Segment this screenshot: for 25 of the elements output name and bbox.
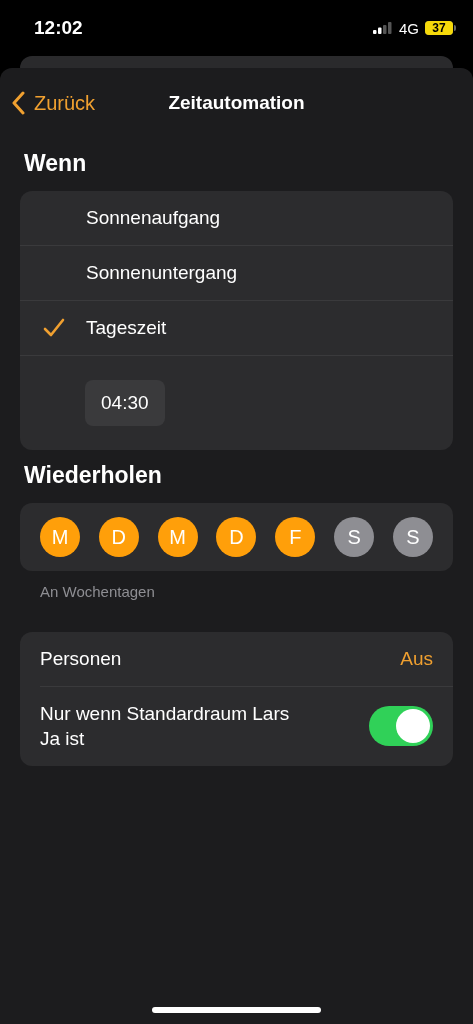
- condition-label: Personen: [40, 647, 122, 671]
- weekday-toggle[interactable]: D: [216, 517, 257, 557]
- battery-indicator: 37: [425, 21, 453, 35]
- time-picker[interactable]: 04:30: [85, 380, 165, 426]
- back-button[interactable]: Zurück: [12, 91, 96, 115]
- toggle-switch[interactable]: [369, 706, 433, 747]
- status-time: 12:02: [34, 17, 83, 39]
- condition-value[interactable]: Aus: [400, 647, 433, 670]
- option-row[interactable]: Tageszeit: [20, 301, 453, 356]
- network-label: 4G: [399, 19, 419, 37]
- screen-title: Zeitautomation: [168, 92, 305, 114]
- weekday-toggle[interactable]: M: [40, 517, 80, 557]
- section-heading: Wenn: [24, 150, 88, 177]
- weekday-toggle[interactable]: M: [157, 517, 198, 557]
- weekday-toggle[interactable]: S: [392, 517, 433, 557]
- signal-icon: [373, 22, 393, 34]
- option-row[interactable]: Sonnenaufgang: [20, 191, 453, 246]
- weekday-toggle[interactable]: F: [275, 517, 316, 557]
- section-footer: An Wochentagen: [40, 583, 433, 600]
- condition-label: Nur wenn Standardraum Lars Ja ist: [40, 701, 291, 752]
- weekday-toggle[interactable]: S: [334, 517, 375, 557]
- weekday-toggle[interactable]: D: [98, 517, 139, 557]
- option-row[interactable]: Sonnenuntergang: [20, 246, 453, 301]
- section-heading: Wiederholen: [24, 462, 163, 489]
- back-chevron-icon: [12, 91, 26, 115]
